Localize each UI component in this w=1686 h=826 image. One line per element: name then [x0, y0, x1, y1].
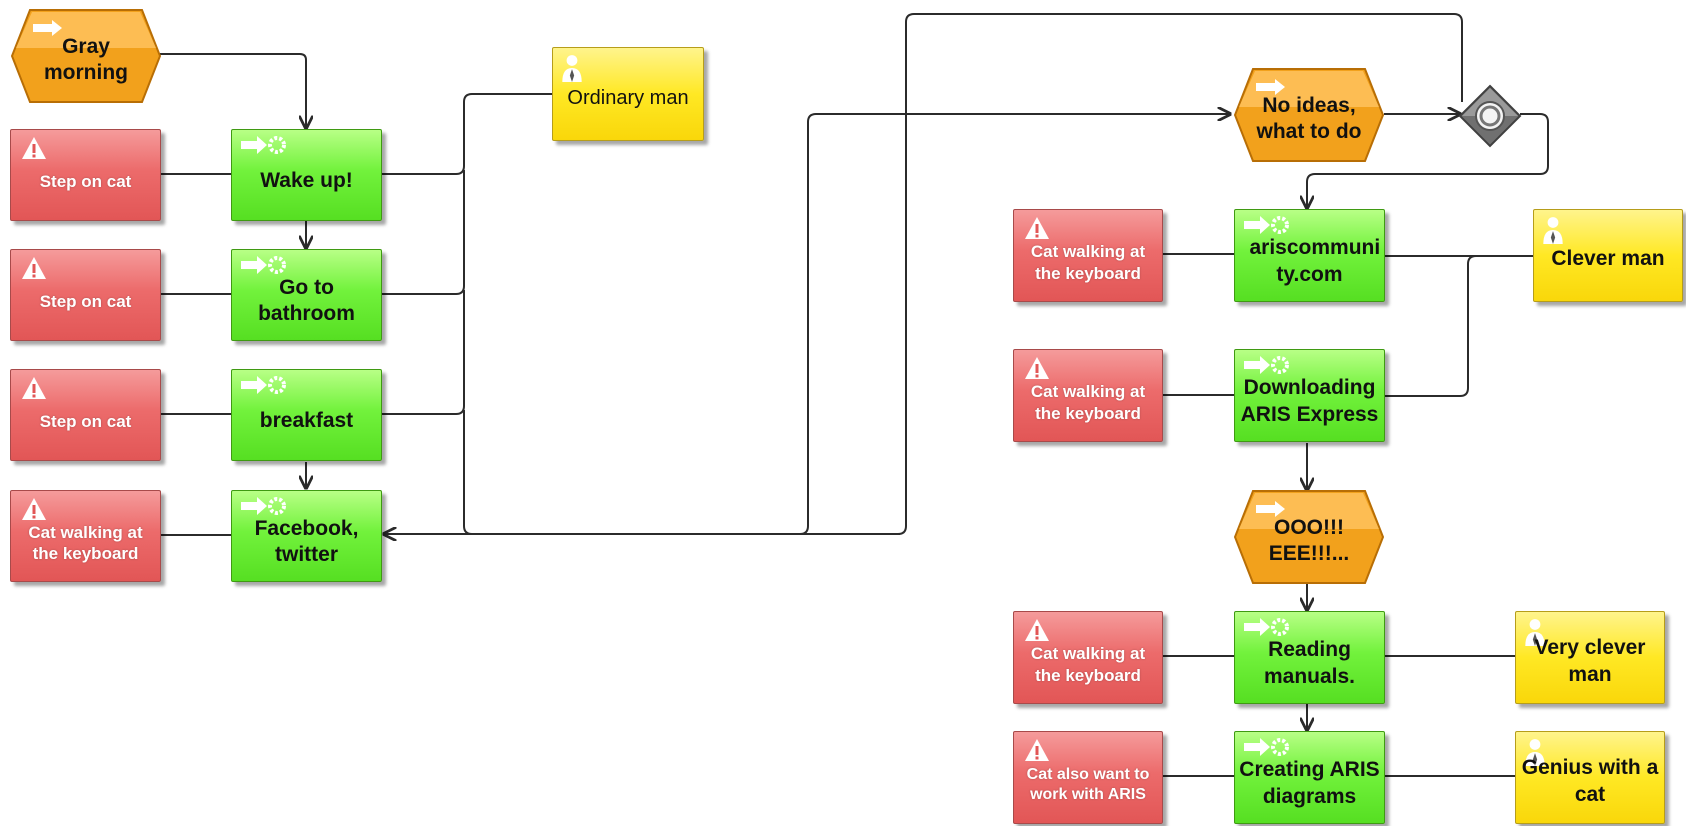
function-label: ariscommuni ty.com [1249, 236, 1381, 286]
risk-step-on-cat-1[interactable]: Step on cat [10, 129, 161, 221]
risk-cat-walking-2[interactable]: Cat walking at the keyboard [1013, 209, 1163, 302]
connector-gray-morning-to-wake-up [160, 53, 306, 128]
risk-label: Cat walking at the keyboard [28, 522, 143, 563]
connector-wake-up-to-ordinary-man [382, 93, 552, 175]
risk-label: Cat walking at the keyboard [1030, 382, 1146, 423]
role-label: Very clever man [1534, 636, 1646, 686]
risk-label: Cat walking at the keyboard [1030, 242, 1146, 283]
function-label: breakfast [259, 408, 354, 432]
risk-label: Cat walking at the keyboard [1030, 644, 1146, 685]
function-label: Reading manuals. [1263, 638, 1356, 688]
function-go-to-bathroom[interactable]: Go to bathroom [231, 249, 382, 341]
risk-step-on-cat-3[interactable]: Step on cat [10, 369, 161, 461]
risk-label: Step on cat [39, 412, 132, 432]
risk-label: Step on cat [39, 292, 132, 312]
xor-gateway[interactable] [1458, 84, 1522, 148]
event-no-ideas[interactable]: No ideas, what to do [1233, 67, 1385, 163]
risk-label: Cat also want to work with ARIS [1026, 765, 1150, 803]
risk-cat-also-want-aris[interactable]: Cat also want to work with ARIS [1013, 731, 1163, 824]
function-wake-up[interactable]: Wake up! [231, 129, 382, 221]
risk-cat-walking-4[interactable]: Cat walking at the keyboard [1013, 611, 1163, 704]
role-label: Clever man [1551, 247, 1665, 271]
role-ordinary-man[interactable]: Ordinary man [552, 47, 704, 141]
function-ariscommunity[interactable]: ariscommuni ty.com [1234, 209, 1385, 302]
function-reading-manuals[interactable]: Reading manuals. [1234, 611, 1385, 704]
role-very-clever-man[interactable]: Very clever man [1515, 611, 1665, 704]
function-label: Downloading ARIS Express [1240, 376, 1379, 426]
function-gear-arrow-icon [241, 136, 286, 154]
role-label: Ordinary man [567, 86, 689, 109]
connector-facebook-to-no-ideas [799, 114, 1230, 535]
function-facebook-twitter[interactable]: Facebook, twitter [231, 490, 382, 582]
risk-cat-walking-1[interactable]: Cat walking at the keyboard [10, 490, 161, 582]
risk-cat-walking-3[interactable]: Cat walking at the keyboard [1013, 349, 1163, 442]
event-label: OOO!!! EEE!!!... [1268, 515, 1350, 565]
event-ooo-eee[interactable]: OOO!!! EEE!!!... [1233, 489, 1385, 585]
role-label: Genius with a cat [1521, 756, 1659, 806]
function-label: Wake up! [260, 168, 353, 192]
function-label: Go to bathroom [258, 275, 355, 325]
connector-facebook-to-ordinary-man [463, 410, 800, 535]
function-label: Creating ARIS diagrams [1239, 758, 1380, 808]
function-creating-aris-diagrams[interactable]: Creating ARIS diagrams [1234, 731, 1385, 824]
connector-bathroom-to-ordinary-man [382, 170, 465, 295]
role-genius-with-a-cat[interactable]: Genius with a cat [1515, 731, 1665, 824]
risk-step-on-cat-2[interactable]: Step on cat [10, 249, 161, 341]
connector-breakfast-to-ordinary-man [382, 290, 465, 415]
function-gear-arrow-icon [241, 376, 286, 394]
connector-downloading-to-clever-man [1385, 255, 1477, 397]
function-downloading-aris-express[interactable]: Downloading ARIS Express [1234, 349, 1385, 442]
function-breakfast[interactable]: breakfast [231, 369, 382, 461]
event-gray-morning[interactable]: Gray morning [10, 8, 162, 104]
role-clever-man[interactable]: Clever man [1533, 209, 1683, 302]
risk-label: Step on cat [39, 172, 132, 192]
function-label: Facebook, twitter [254, 516, 359, 566]
event-label: Gray morning [44, 34, 128, 84]
event-label: No ideas, what to do [1256, 93, 1362, 143]
